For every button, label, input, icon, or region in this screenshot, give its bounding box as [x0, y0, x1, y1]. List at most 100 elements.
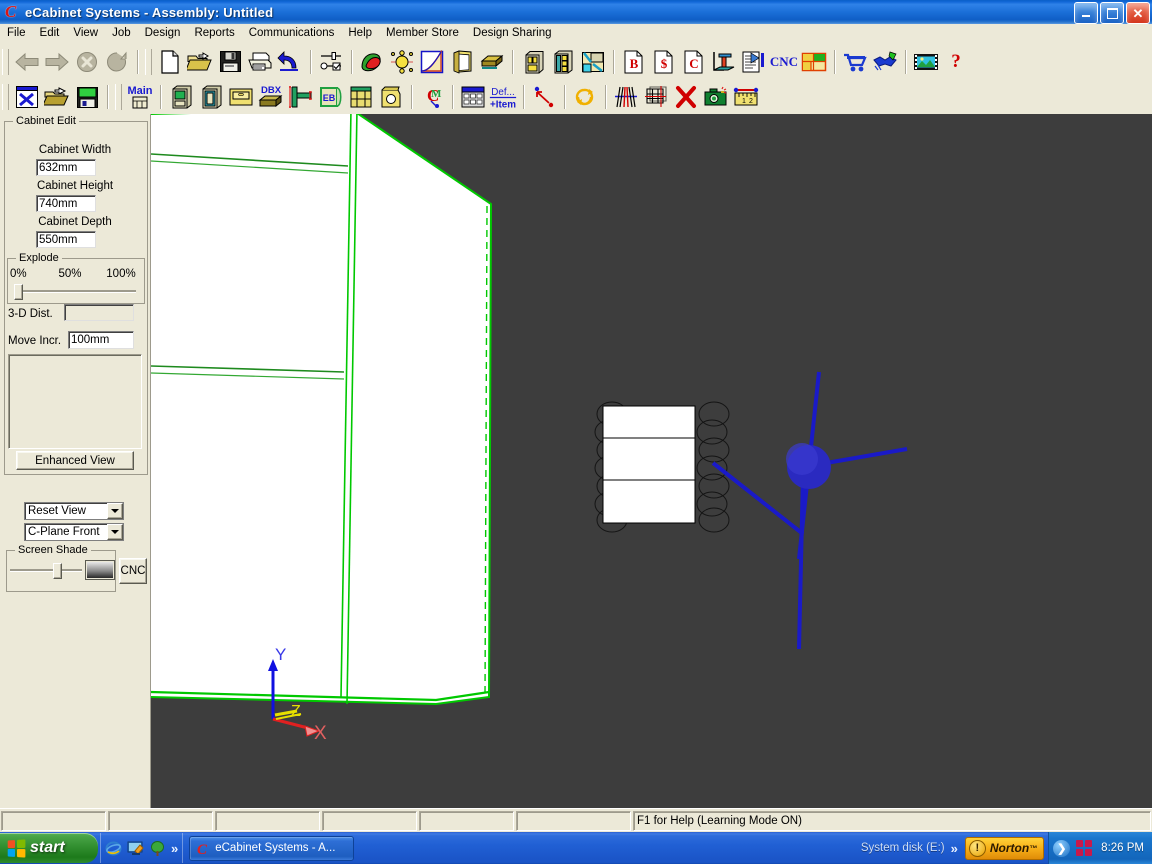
main-screen-icon[interactable]: Main [125, 83, 155, 111]
cabinet-parts-listbox[interactable] [8, 354, 142, 449]
moulding-icon[interactable] [477, 47, 507, 77]
rotate-icon[interactable] [570, 83, 600, 111]
chevron-down-icon[interactable] [107, 524, 123, 540]
explode-slider-track[interactable] [14, 290, 136, 293]
joinery-icon[interactable] [286, 83, 316, 111]
tray-app-icon[interactable] [1076, 840, 1093, 856]
taskbar-item-ecabinet[interactable]: C eCabinet Systems - A... [189, 835, 355, 861]
open-folder-icon[interactable] [185, 47, 215, 77]
elevation-icon[interactable] [709, 47, 739, 77]
toolbar-grip[interactable] [145, 48, 152, 75]
drawer-icon[interactable] [226, 83, 256, 111]
settings-sliders-icon[interactable] [316, 47, 346, 77]
maximize-button[interactable] [1100, 2, 1124, 24]
media-film-icon[interactable] [911, 47, 941, 77]
close-button[interactable]: ✕ [1126, 2, 1150, 24]
save-assembly-icon[interactable] [72, 83, 102, 111]
enhanced-view-button[interactable]: Enhanced View [16, 451, 134, 470]
new-assembly-icon[interactable] [12, 83, 42, 111]
cost-report-icon[interactable]: $ [649, 47, 679, 77]
point-pick-icon[interactable] [529, 83, 559, 111]
assembly-icon[interactable] [548, 47, 578, 77]
define-item-icon[interactable]: Def... +Item [488, 83, 518, 111]
new-document-icon[interactable] [155, 47, 185, 77]
quicklaunch-overflow-chevron[interactable]: » [171, 841, 178, 856]
menu-design[interactable]: Design [138, 25, 188, 42]
tray-overflow-chevron[interactable]: » [951, 841, 958, 856]
move-incr-input[interactable]: 100mm [68, 331, 134, 349]
refresh-icon[interactable] [102, 47, 132, 77]
menu-communications[interactable]: Communications [242, 25, 342, 42]
shopping-cart-icon[interactable] [840, 47, 870, 77]
shelf-icon[interactable] [346, 83, 376, 111]
cabinet-box-icon[interactable] [166, 83, 196, 111]
menu-member-store[interactable]: Member Store [379, 25, 466, 42]
view-preset-combo[interactable]: Reset View [24, 502, 124, 520]
tree-wallpaper-icon[interactable] [149, 840, 166, 857]
menu-edit[interactable]: Edit [33, 25, 67, 42]
hardware-placement-icon[interactable] [376, 83, 406, 111]
tray-expand-icon[interactable]: ❯ [1053, 839, 1071, 857]
measure-ruler-icon[interactable]: 12 [731, 83, 761, 111]
cnc-icon[interactable]: CNC [769, 47, 799, 77]
start-button[interactable]: start [0, 833, 98, 863]
3d-viewport[interactable]: Y X Z [151, 114, 1152, 808]
cabinet-assembly-selected[interactable] [151, 114, 493, 706]
cnc-machining-icon[interactable]: CM [417, 83, 447, 111]
cabinet-height-input[interactable]: 740mm [36, 195, 96, 212]
cabinet-face-icon[interactable] [196, 83, 226, 111]
door-styles-icon[interactable] [447, 47, 477, 77]
screen-shade-swatch[interactable] [85, 560, 115, 580]
screen-shade-track[interactable] [10, 569, 82, 572]
cplane-combo[interactable]: C-Plane Front [24, 523, 124, 541]
array-grid-icon[interactable] [641, 83, 671, 111]
cabinet-width-input[interactable]: 632mm [36, 159, 96, 176]
help-question-icon[interactable]: ? [941, 47, 971, 77]
forward-arrow-icon[interactable] [42, 47, 72, 77]
toolbar-grip[interactable] [2, 48, 9, 75]
explode-slider-thumb[interactable] [14, 284, 23, 300]
export-document-icon[interactable] [739, 47, 769, 77]
title-bar: C eCabinet Systems - Assembly: Untitled … [0, 0, 1152, 24]
menu-view[interactable]: View [66, 25, 105, 42]
calculator-icon[interactable] [458, 83, 488, 111]
cabinet-depth-input[interactable]: 550mm [36, 231, 96, 248]
minimize-button[interactable] [1074, 2, 1098, 24]
toolbar-grip[interactable] [115, 84, 122, 110]
save-disk-icon[interactable] [215, 47, 245, 77]
undo-icon[interactable] [275, 47, 305, 77]
hardware-icon[interactable] [387, 47, 417, 77]
cutlist-report-icon[interactable]: C [679, 47, 709, 77]
cnc-panel-button[interactable]: CNC [119, 558, 147, 584]
norton-tray-button[interactable]: ! Norton ™ [964, 836, 1045, 860]
delete-x-icon[interactable] [671, 83, 701, 111]
profile-editor-icon[interactable] [417, 47, 447, 77]
internet-explorer-icon[interactable] [105, 840, 122, 857]
menu-job[interactable]: Job [105, 25, 138, 42]
back-arrow-icon[interactable] [12, 47, 42, 77]
menu-help[interactable]: Help [341, 25, 379, 42]
dbx-drawer-box-icon[interactable]: DBX [256, 83, 286, 111]
menu-reports[interactable]: Reports [187, 25, 241, 42]
open-assembly-icon[interactable] [42, 83, 72, 111]
toolbar-grip[interactable] [2, 84, 9, 110]
show-desktop-icon[interactable] [127, 840, 144, 857]
nesting-icon[interactable] [799, 47, 829, 77]
bid-report-icon[interactable]: B [619, 47, 649, 77]
print-icon[interactable] [245, 47, 275, 77]
screen-shade-thumb[interactable] [53, 563, 62, 579]
mirror-icon[interactable] [611, 83, 641, 111]
room-design-icon[interactable] [578, 47, 608, 77]
edgebanding-icon[interactable]: EB [316, 83, 346, 111]
chevron-down-icon[interactable] [107, 503, 123, 519]
svg-text:Def...: Def... [491, 87, 515, 98]
cabinet-library-icon[interactable] [518, 47, 548, 77]
menu-file[interactable]: File [0, 25, 33, 42]
tray-system-disk-label[interactable]: System disk (E:) [861, 842, 945, 854]
taskbar-clock[interactable]: 8:26 PM [1101, 842, 1144, 854]
menu-design-sharing[interactable]: Design Sharing [466, 25, 559, 42]
stop-icon[interactable] [72, 47, 102, 77]
materials-icon[interactable] [357, 47, 387, 77]
design-sharing-handshake-icon[interactable] [870, 47, 900, 77]
camera-snapshot-icon[interactable] [701, 83, 731, 111]
